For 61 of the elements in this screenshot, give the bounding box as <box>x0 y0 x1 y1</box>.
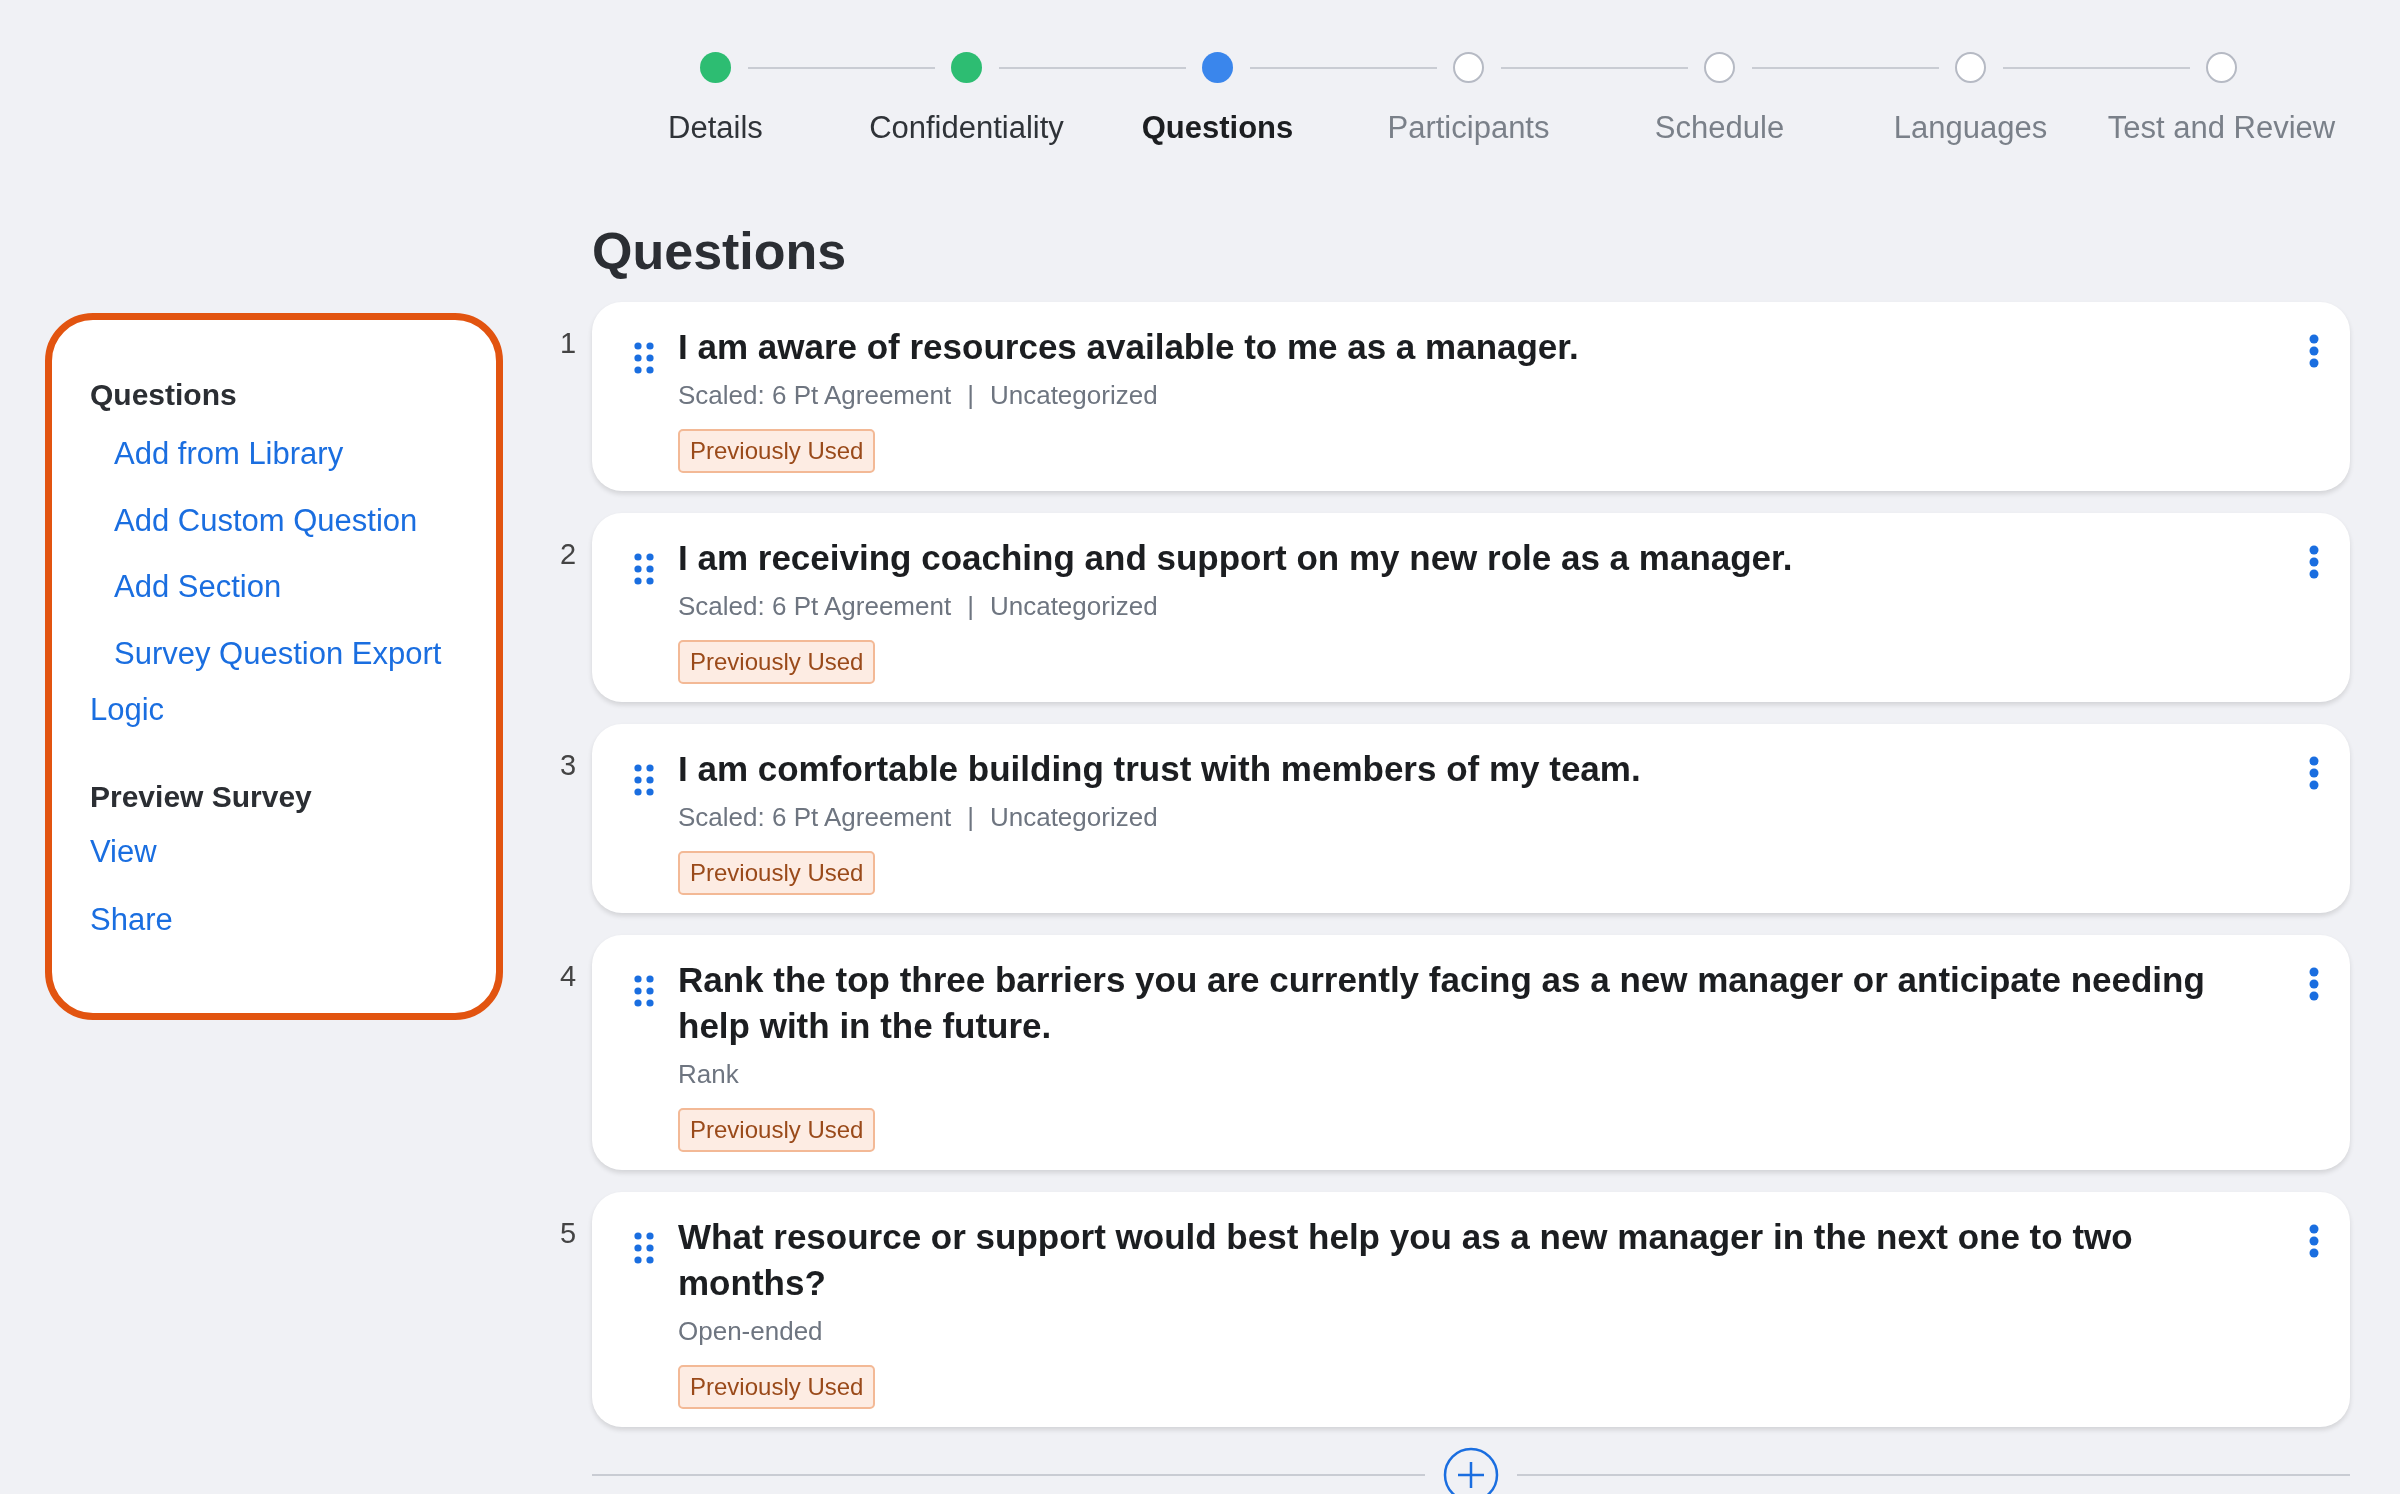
step-label[interactable]: Details <box>668 105 763 152</box>
previously-used-tag: Previously Used <box>678 429 876 474</box>
sidebar-link[interactable]: Add Section <box>114 564 496 611</box>
step-label[interactable]: Test and Review <box>2107 105 2336 152</box>
page-heading: Questions <box>592 221 848 282</box>
question-text: What resource or support would best help you as a new manager in the next one to two months? <box>678 1216 2134 1305</box>
previously-used-tag: Previously Used <box>678 1365 876 1410</box>
step-dot[interactable] <box>1955 52 1986 83</box>
step-dot[interactable] <box>951 52 982 83</box>
previously-used-tag: Previously Used <box>678 851 876 896</box>
more-options-icon[interactable] <box>2308 756 2320 791</box>
sidebar-link[interactable]: Share <box>90 897 496 944</box>
drag-handle-icon[interactable] <box>634 764 654 797</box>
separator: | <box>967 590 974 624</box>
question-text: I am aware of resources available to me as a manager. <box>678 326 1580 369</box>
question-type: Open-ended <box>678 1315 823 1349</box>
add-question-button[interactable] <box>1443 1447 1499 1494</box>
question-type: Rank <box>678 1058 739 1092</box>
question-number: 1 <box>560 326 578 362</box>
previously-used-tag: Previously Used <box>678 1108 876 1153</box>
separator: | <box>967 801 974 835</box>
step-dot[interactable] <box>2206 52 2237 83</box>
step-dot[interactable] <box>1202 52 1233 83</box>
question-number: 5 <box>560 1216 578 1252</box>
question-text: Rank the top three barriers you are currently facing as a new manager or anticipate needing help with in the future. <box>678 959 2206 1048</box>
drag-handle-icon[interactable] <box>634 342 654 375</box>
previously-used-tag: Previously Used <box>678 640 876 685</box>
question-number: 2 <box>560 537 578 573</box>
drag-handle-icon[interactable] <box>634 1232 654 1265</box>
question-type: Scaled: 6 Pt Agreement <box>678 590 952 624</box>
question-category: Uncategorized <box>989 801 1158 835</box>
step-label[interactable]: Schedule <box>1654 105 1785 152</box>
question-type: Scaled: 6 Pt Agreement <box>678 379 952 413</box>
question-category: Uncategorized <box>989 379 1158 413</box>
more-options-icon[interactable] <box>2308 967 2320 1002</box>
question-number: 3 <box>560 748 578 784</box>
question-text: I am comfortable building trust with members of my team. <box>678 748 1642 791</box>
step-label[interactable]: Languages <box>1893 105 2048 152</box>
drag-handle-icon[interactable] <box>634 975 654 1008</box>
step-label[interactable]: Participants <box>1387 105 1550 152</box>
sidebar-link[interactable]: View <box>90 828 496 875</box>
sidebar-heading: Preview Survey <box>90 778 313 815</box>
step-label[interactable]: Confidentiality <box>869 105 1064 152</box>
step-dot[interactable] <box>1453 52 1484 83</box>
more-options-icon[interactable] <box>2308 545 2320 580</box>
sidebar-link[interactable]: Logic <box>90 687 496 734</box>
question-type: Scaled: 6 Pt Agreement <box>678 801 952 835</box>
sidebar-heading: Questions <box>90 377 238 413</box>
step-label[interactable]: Questions <box>1141 105 1294 152</box>
sidebar-link[interactable]: Survey Question Export <box>114 630 496 677</box>
question-category: Uncategorized <box>989 590 1158 624</box>
step-dot[interactable] <box>700 52 731 83</box>
more-options-icon[interactable] <box>2308 1224 2320 1259</box>
question-text: I am receiving coaching and support on my new role as a manager. <box>678 537 1794 580</box>
question-number: 4 <box>560 959 578 995</box>
drag-handle-icon[interactable] <box>634 553 654 586</box>
step-dot[interactable] <box>1704 52 1735 83</box>
more-options-icon[interactable] <box>2308 334 2320 369</box>
separator: | <box>967 379 974 413</box>
sidebar-link[interactable]: Add Custom Question <box>114 497 496 544</box>
sidebar-link[interactable]: Add from Library <box>114 431 496 478</box>
